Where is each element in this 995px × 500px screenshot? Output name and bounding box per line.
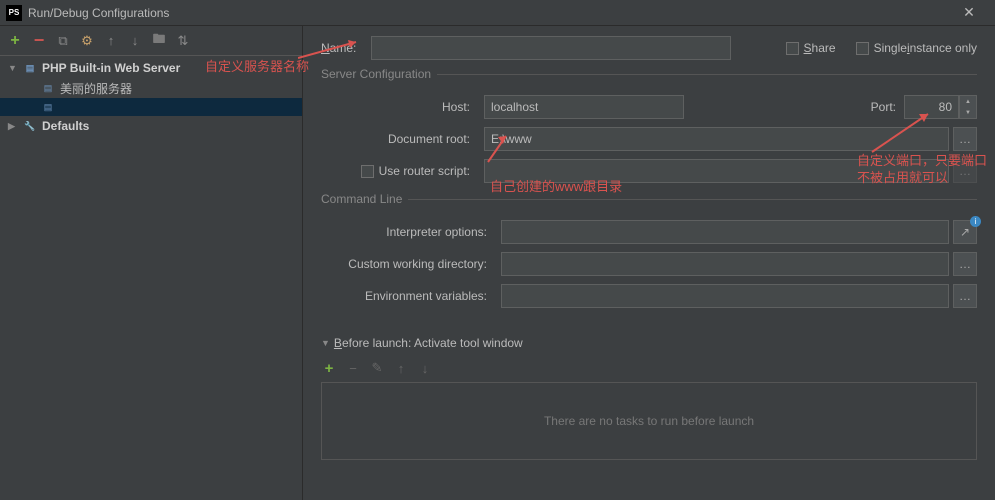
move-down-button[interactable]: ↓: [126, 32, 144, 50]
folder-button[interactable]: 🖿: [150, 32, 168, 50]
copy-config-button[interactable]: ⧉: [54, 32, 72, 50]
router-browse-button[interactable]: …: [953, 159, 977, 183]
cwdir-browse-button[interactable]: …: [953, 252, 977, 276]
port-spinner[interactable]: ▲▼: [959, 95, 977, 119]
collapse-arrow-icon: ▼: [321, 338, 330, 348]
before-launch-empty: There are no tasks to run before launch: [321, 382, 977, 460]
tree-item-child-0[interactable]: ▤ 美丽的服务器: [0, 78, 302, 98]
interp-label: Interpreter options:: [321, 225, 501, 239]
move-task-up-button[interactable]: ↑: [393, 360, 409, 376]
server-config-header: Server Configuration: [321, 67, 437, 81]
name-input[interactable]: [371, 36, 731, 60]
env-browse-button[interactable]: …: [953, 284, 977, 308]
collapse-arrow-icon: ▼: [8, 63, 18, 73]
add-config-button[interactable]: +: [6, 32, 24, 50]
before-launch-toggle[interactable]: ▼ Before launch: Activate tool window: [321, 336, 977, 350]
name-label: Name:: [321, 41, 371, 55]
app-icon: PS: [6, 5, 22, 21]
edit-task-button[interactable]: ✎: [369, 360, 385, 376]
docroot-label: Document root:: [321, 132, 484, 146]
env-input[interactable]: [501, 284, 949, 308]
port-input[interactable]: [904, 95, 959, 119]
tree-item-php-server[interactable]: ▼ ▤ PHP Built-in Web Server: [0, 58, 302, 78]
expand-arrow-icon: ▶: [8, 121, 18, 132]
move-task-down-button[interactable]: ↓: [417, 360, 433, 376]
cwdir-label: Custom working directory:: [321, 257, 501, 271]
tree-item-child-1[interactable]: ▤: [0, 98, 302, 116]
php-server-icon: ▤: [22, 61, 38, 75]
host-label: Host:: [321, 100, 484, 114]
add-task-button[interactable]: +: [321, 360, 337, 376]
port-label: Port:: [871, 100, 896, 114]
router-input[interactable]: [484, 159, 949, 183]
title-bar: PS Run/Debug Configurations ✕: [0, 0, 995, 26]
single-instance-checkbox[interactable]: Single instance only: [856, 41, 977, 55]
config-tree: ▼ ▤ PHP Built-in Web Server ▤ 美丽的服务器 ▤ ▶…: [0, 56, 302, 500]
interp-expand-button[interactable]: ↗i: [953, 220, 977, 244]
router-label: Use router script:: [379, 164, 470, 178]
interp-input[interactable]: [501, 220, 949, 244]
remove-config-button[interactable]: −: [30, 32, 48, 50]
wrench-icon: 🔧: [22, 119, 38, 133]
host-input[interactable]: [484, 95, 684, 119]
sidebar: + − ⧉ ⚙ ↑ ↓ 🖿 ⇅ ▼ ▤ PHP Built-in Web Ser…: [0, 26, 303, 500]
commandline-header: Command Line: [321, 192, 408, 206]
share-checkbox[interactable]: Share: [786, 41, 836, 55]
settings-button[interactable]: ⚙: [78, 32, 96, 50]
sort-button[interactable]: ⇅: [174, 32, 192, 50]
cwdir-input[interactable]: [501, 252, 949, 276]
docroot-input[interactable]: [484, 127, 949, 151]
router-checkbox[interactable]: [361, 165, 374, 178]
move-up-button[interactable]: ↑: [102, 32, 120, 50]
tree-item-label: PHP Built-in Web Server: [42, 61, 180, 75]
form-panel: Name: Share Single instance only Server …: [303, 26, 995, 500]
tree-item-label: Defaults: [42, 119, 89, 133]
tree-item-defaults[interactable]: ▶ 🔧 Defaults: [0, 116, 302, 136]
window-title: Run/Debug Configurations: [28, 6, 949, 20]
env-label: Environment variables:: [321, 289, 501, 303]
remove-task-button[interactable]: −: [345, 360, 361, 376]
sidebar-toolbar: + − ⧉ ⚙ ↑ ↓ 🖿 ⇅: [0, 26, 302, 56]
docroot-browse-button[interactable]: …: [953, 127, 977, 151]
close-button[interactable]: ✕: [949, 0, 989, 26]
tree-item-label: 美丽的服务器: [60, 80, 132, 97]
php-server-icon: ▤: [40, 81, 56, 95]
before-launch-toolbar: + − ✎ ↑ ↓: [321, 356, 977, 380]
php-server-icon: ▤: [40, 100, 56, 114]
